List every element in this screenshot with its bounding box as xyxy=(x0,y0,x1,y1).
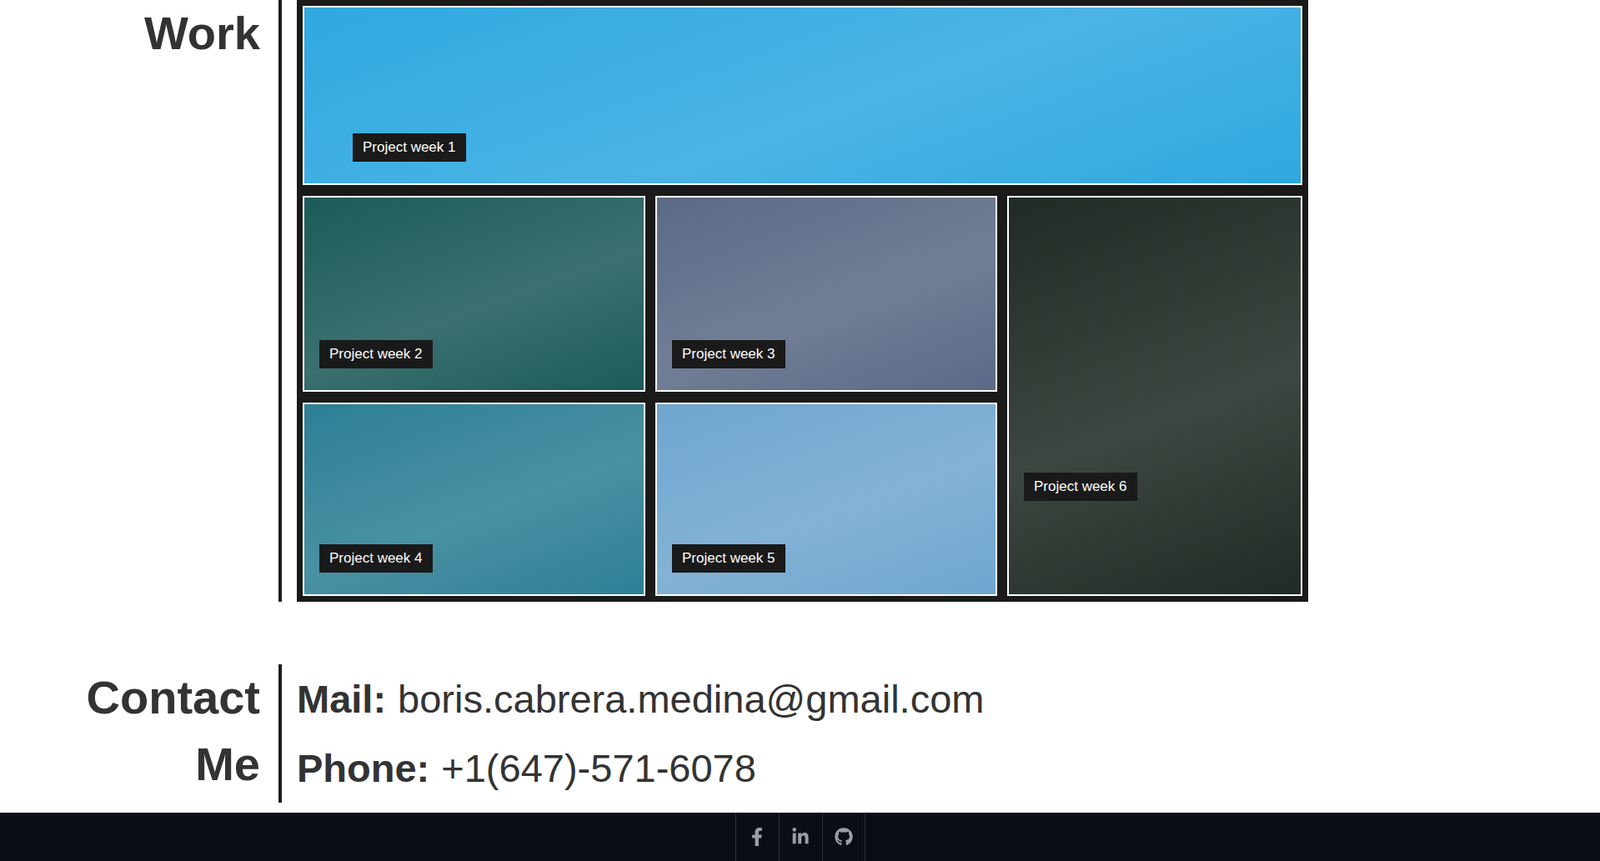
linkedin-icon xyxy=(791,827,810,847)
work-title: Work xyxy=(144,0,261,67)
project-caption[interactable]: Project week 1 xyxy=(352,133,467,162)
project-tile[interactable]: Project week 2 xyxy=(302,195,646,392)
project-tile[interactable]: Project week 6 xyxy=(1007,195,1303,597)
project-caption[interactable]: Project week 3 xyxy=(672,340,786,369)
project-tile[interactable]: Project week 4 xyxy=(302,402,646,597)
contact-section: Contact Me Mail:boris.cabrera.medina@gmai… xyxy=(0,664,1600,803)
github-icon xyxy=(834,827,853,847)
facebook-icon xyxy=(747,827,767,847)
project-tile[interactable]: Project week 3 xyxy=(655,195,998,392)
contact-row: Phone:+1(647)-571-6078 xyxy=(296,733,984,803)
contact-label: Mail: xyxy=(296,677,387,722)
project-caption[interactable]: Project week 6 xyxy=(1023,472,1138,502)
contact-value[interactable]: +1(647)-571-6078 xyxy=(441,746,757,791)
project-tile[interactable]: Project week 5 xyxy=(655,402,998,597)
title-column: Work xyxy=(0,0,279,602)
project-caption[interactable]: Project week 2 xyxy=(319,340,433,369)
contact-value[interactable]: boris.cabrera.medina@gmail.com xyxy=(397,677,984,722)
social-link[interactable] xyxy=(778,812,823,861)
title-column: Contact Me xyxy=(0,664,279,803)
work-content: Project week 1 Project week 2 Project week… xyxy=(278,0,1309,602)
contact-title: Contact Me xyxy=(64,664,261,798)
contact-content: Mail:boris.cabrera.medina@gmail.comPhone… xyxy=(278,664,984,803)
contact-row: Mail:boris.cabrera.medina@gmail.com xyxy=(296,664,984,734)
portfolio-page: WorkProject week 1Project week 2Project … xyxy=(0,0,1600,861)
social-link[interactable] xyxy=(735,812,779,861)
contact-label: Phone: xyxy=(296,746,430,791)
social-link[interactable] xyxy=(822,812,866,861)
project-caption[interactable]: Project week 5 xyxy=(672,544,786,573)
footer xyxy=(0,812,1600,861)
contact-list: Mail:boris.cabrera.medina@gmail.comPhone… xyxy=(296,664,984,803)
work-section: WorkProject week 1Project week 2Project … xyxy=(0,0,1600,602)
project-gallery: Project week 1 Project week 2 Project week… xyxy=(296,0,1309,602)
project-caption[interactable]: Project week 4 xyxy=(319,544,433,573)
project-tile[interactable]: Project week 1 xyxy=(302,5,1303,186)
